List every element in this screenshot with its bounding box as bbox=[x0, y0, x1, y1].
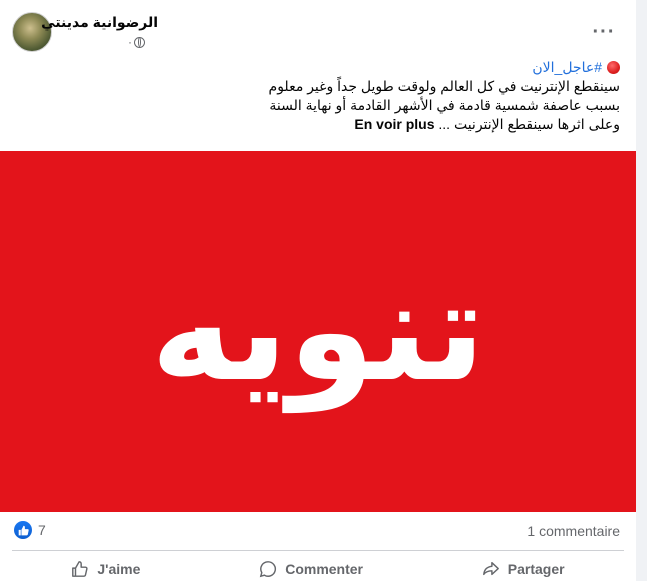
share-label: Partager bbox=[507, 561, 565, 577]
post-line-3: وعلى اثرها سينقطع الإنترنيت ... En voir … bbox=[20, 115, 620, 134]
like-label: J'aime bbox=[97, 561, 141, 577]
page-background bbox=[636, 0, 647, 581]
post-time[interactable]: · bbox=[128, 35, 132, 49]
page-name[interactable]: الرضوانية مدينتي bbox=[41, 14, 158, 31]
post-card: ··· الرضوانية مدينتي · #عاجل_الان سينقطع… bbox=[0, 0, 636, 581]
see-more-link[interactable]: En voir plus bbox=[354, 116, 434, 132]
comments-count[interactable]: 1 commentaire bbox=[527, 523, 620, 539]
post-line-1: سينقطع الإنترنيت في كل العالم ولوقت طويل… bbox=[268, 78, 620, 94]
action-bar: J'aime Commenter Partager bbox=[12, 553, 624, 581]
comment-label: Commenter bbox=[285, 561, 363, 577]
banner-text: تنويه bbox=[150, 249, 486, 413]
divider bbox=[12, 550, 624, 551]
thumbs-up-icon bbox=[72, 561, 89, 577]
reactions-summary[interactable]: 7 bbox=[14, 521, 46, 539]
more-horizontal-icon: ··· bbox=[592, 21, 616, 43]
post-line-3-text: وعلى اثرها سينقطع الإنترنيت ... bbox=[438, 116, 620, 132]
post-image[interactable]: تنويه bbox=[0, 151, 636, 512]
post-line-2: بسبب عاصفة شمسية قادمة في الأشهر القادمة… bbox=[269, 97, 620, 113]
share-icon bbox=[482, 561, 499, 576]
more-options-button[interactable]: ··· bbox=[586, 14, 622, 50]
comment-icon bbox=[259, 561, 277, 578]
reactions-count: 7 bbox=[38, 522, 46, 538]
comment-button[interactable]: Commenter bbox=[249, 556, 373, 581]
post-meta: · bbox=[128, 35, 145, 49]
like-reaction-icon bbox=[14, 521, 32, 539]
share-button[interactable]: Partager bbox=[472, 556, 575, 581]
like-button[interactable]: J'aime bbox=[61, 556, 150, 581]
globe-icon bbox=[134, 36, 145, 48]
hashtag-link[interactable]: #عاجل_الان bbox=[532, 58, 602, 77]
red-circle-icon bbox=[607, 61, 620, 74]
post-text: #عاجل_الان سينقطع الإنترنيت في كل العالم… bbox=[20, 58, 620, 134]
